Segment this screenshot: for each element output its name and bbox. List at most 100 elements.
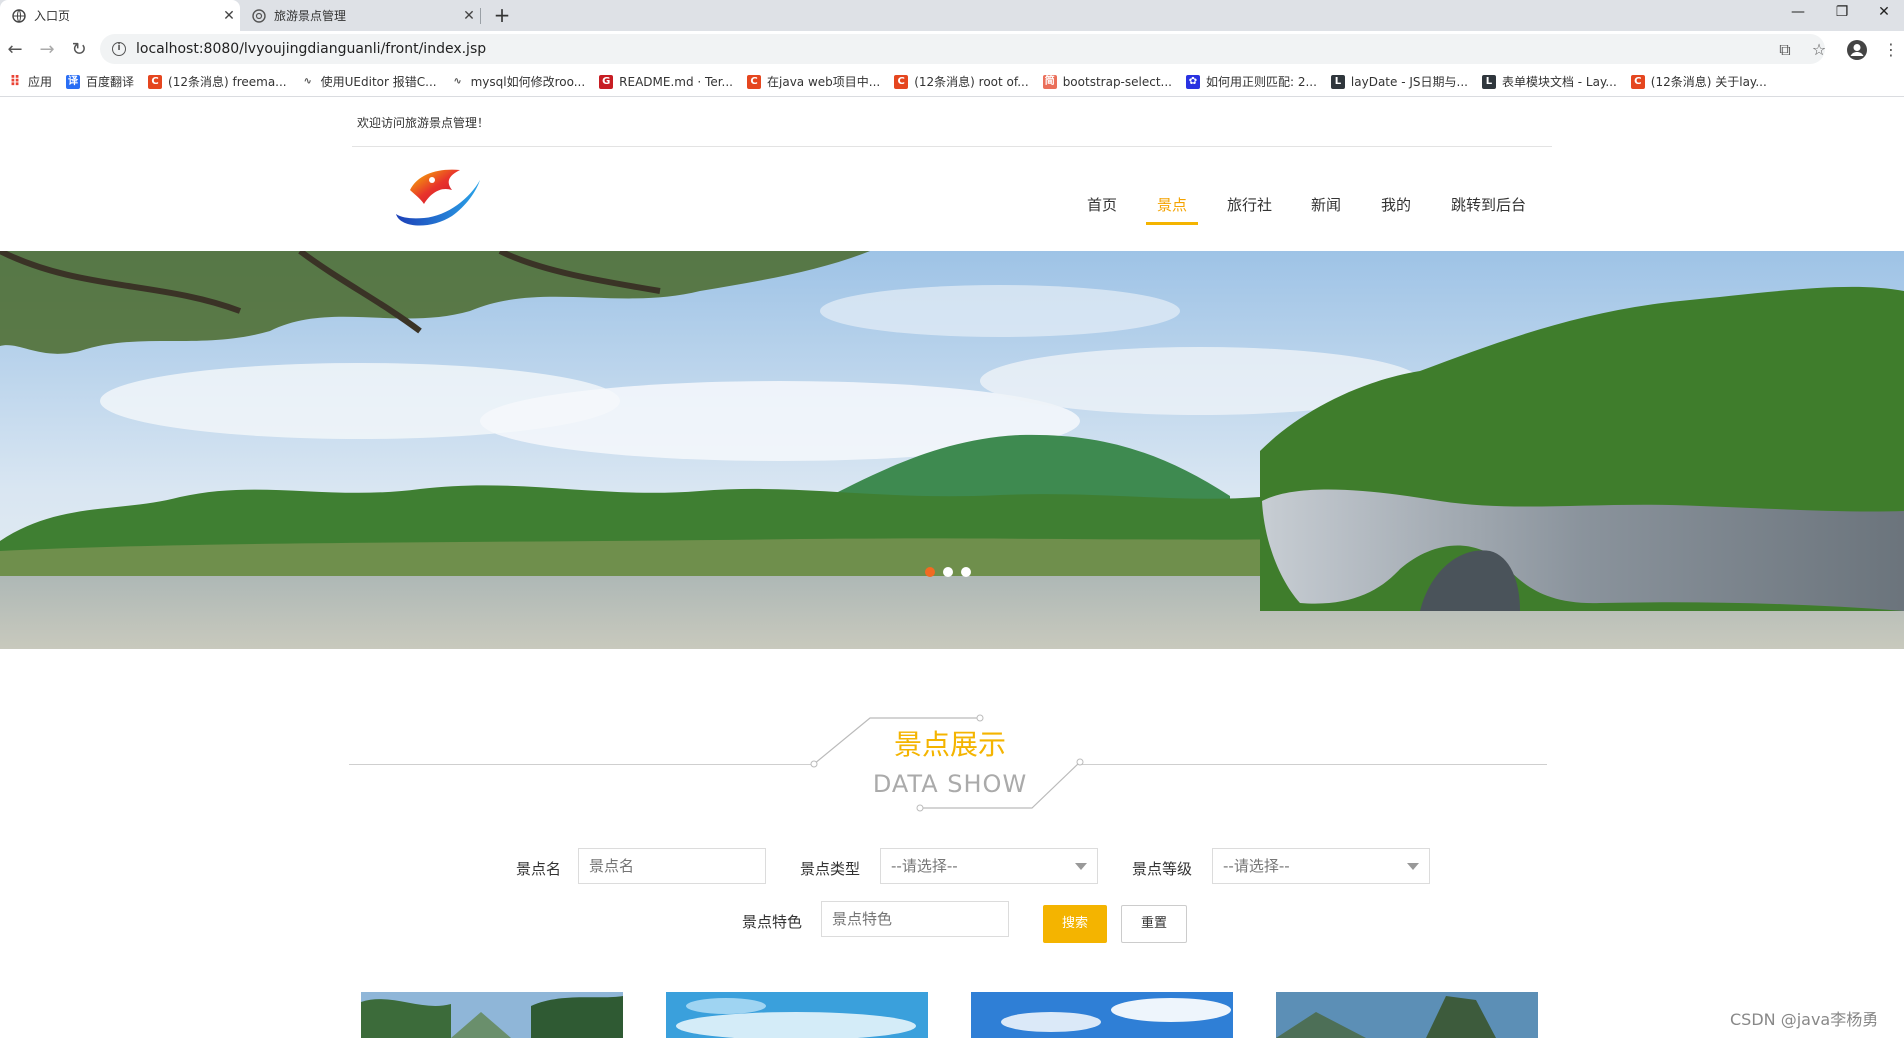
bookmark-label: (12条消息) root of... (914, 75, 1029, 89)
carousel-dot-2[interactable] (943, 567, 953, 577)
filter-feature-label: 景点特色 (742, 913, 803, 931)
globe-icon (12, 8, 26, 23)
scenic-name-input[interactable] (578, 848, 766, 884)
tab-title: 旅游景点管理 (274, 9, 347, 23)
bookmark-item[interactable]: C 在java web项目中... (747, 73, 880, 90)
section-subtitle: DATA SHOW (872, 770, 1028, 798)
close-icon[interactable]: ✕ (218, 8, 240, 24)
scenic-card-image[interactable] (1276, 992, 1538, 1038)
gitee-icon: G (599, 74, 614, 89)
bookmark-item[interactable]: ∿ 使用UEditor 报错C... (301, 73, 437, 90)
bookmark-item[interactable]: LlayDate - JS日期与... (1330, 73, 1468, 90)
bookmark-label: 如何用正则匹配: 2... (1205, 75, 1317, 89)
nav-admin-link[interactable]: 跳转到后台 (1451, 194, 1526, 215)
tab-separator (480, 8, 481, 24)
site-logo[interactable] (390, 160, 490, 234)
scenic-card-image[interactable] (971, 992, 1233, 1038)
link-icon: ∿ (453, 75, 462, 87)
tab-scenic-management[interactable]: 旅游景点管理 ✕ (240, 0, 480, 31)
welcome-text: 欢迎访问旅游景点管理！ (357, 116, 490, 130)
translate-icon[interactable]: ⧉ (1774, 39, 1796, 61)
carousel-banner-image[interactable] (0, 251, 1904, 649)
close-icon[interactable]: ✕ (458, 8, 480, 24)
jianshu-icon: 简 (1042, 74, 1057, 89)
bookmark-label: README.md · Ter... (619, 74, 733, 89)
filter-name-label: 景点名 (516, 860, 562, 878)
new-tab-button[interactable]: + (490, 3, 514, 27)
bookmark-item[interactable]: C (12条消息) root of... (894, 73, 1029, 90)
bookmark-item[interactable]: L 表单模块文档 - Lay... (1481, 73, 1617, 90)
csdn-icon: C (148, 74, 163, 89)
carousel-dot-1[interactable] (925, 567, 935, 577)
chevron-down-icon (1075, 863, 1087, 870)
restore-button[interactable]: ❐ (1822, 0, 1862, 28)
bookmark-item[interactable]: ✿ 如何用正则匹配: 2... (1185, 73, 1317, 90)
scenic-card-image[interactable] (666, 992, 928, 1038)
menu-dots-icon[interactable]: ⋮ (1880, 39, 1902, 61)
section-divider-left (349, 764, 814, 765)
header-divider (352, 146, 1552, 147)
forward-arrow-icon[interactable]: → (34, 37, 60, 63)
bookmark-item[interactable]: ⠿ 应用 (8, 73, 52, 90)
bookmark-label: 使用UEditor 报错C... (320, 75, 437, 89)
baidu-paw-icon: ✿ (1185, 74, 1200, 89)
bookmark-label: 应用 (28, 75, 53, 89)
window-close-button[interactable]: ✕ (1864, 0, 1904, 28)
tab-title: 入口页 (34, 9, 71, 23)
bookmark-label: 表单模块文档 - Lay... (1501, 75, 1617, 89)
bookmark-label: mysql如何修改roo... (470, 75, 586, 89)
address-bar[interactable]: i localhost:8080/lvyoujingdianguanli/fro… (100, 34, 1825, 64)
site-icon (252, 8, 266, 23)
csdn-icon: C (1630, 74, 1645, 89)
apps-grid-icon: ⠿ (9, 73, 21, 90)
nav-home[interactable]: 首页 (1087, 194, 1117, 215)
nav-agency[interactable]: 旅行社 (1227, 194, 1272, 215)
bookmark-item[interactable]: G README.md · Ter... (599, 74, 733, 89)
scenic-type-select[interactable]: --请选择-- (880, 848, 1098, 884)
chevron-down-icon (1407, 863, 1419, 870)
minimize-button[interactable]: — (1778, 0, 1818, 28)
select-value: --请选择-- (1223, 857, 1290, 875)
profile-icon[interactable] (1846, 39, 1868, 61)
nav-news[interactable]: 新闻 (1311, 194, 1341, 215)
bookmark-label: 在java web项目中... (767, 75, 881, 89)
bookmark-label: (12条消息) 关于lay... (1650, 75, 1767, 89)
csdn-icon: C (747, 74, 761, 89)
bookmark-label: (12条消息) freema... (168, 75, 287, 89)
bookmark-item[interactable]: C (12条消息) freema... (148, 73, 287, 90)
url-text: localhost:8080/lvyoujingdianguanli/front… (136, 41, 487, 57)
bookmark-item[interactable]: C (12条消息) 关于lay... (1630, 73, 1767, 90)
csdn-icon: C (894, 74, 909, 89)
nav-mine[interactable]: 我的 (1381, 194, 1411, 215)
section-title: 景点展示 (893, 728, 1006, 761)
carousel-dot-3[interactable] (961, 567, 971, 577)
scenic-level-select[interactable]: --请选择-- (1212, 848, 1430, 884)
web-page: 欢迎访问旅游景点管理！ 首页 景点 旅行社 新闻 我的 跳转到后台 景点展示 D… (0, 98, 1904, 1038)
reset-button[interactable]: 重置 (1121, 905, 1187, 943)
scenic-feature-input[interactable] (821, 901, 1009, 937)
select-value: --请选择-- (891, 857, 958, 875)
tab-entry-page[interactable]: 入口页 ✕ (0, 0, 240, 31)
star-icon[interactable]: ☆ (1808, 39, 1830, 61)
scenic-card-image[interactable] (361, 992, 623, 1038)
layui-icon: L (1330, 74, 1345, 89)
reload-icon[interactable]: ↻ (66, 37, 92, 63)
bookmark-label: bootstrap-select... (1062, 74, 1172, 89)
nav-scenic[interactable]: 景点 (1157, 194, 1187, 215)
back-arrow-icon[interactable]: ← (2, 37, 28, 63)
filter-type-label: 景点类型 (800, 860, 861, 878)
bookmark-item[interactable]: 简 bootstrap-select... (1042, 74, 1172, 89)
watermark-text: CSDN @java李杨勇 (1730, 1010, 1879, 1029)
layui-icon: L (1481, 74, 1496, 89)
bookmarks-bar: ⠿ 应用译百度翻译 C (12条消息) freema... ∿ 使用UEditor 报错C… (0, 67, 1904, 97)
section-divider-right (1082, 764, 1547, 765)
bookmark-label: layDate - JS日期与... (1350, 75, 1468, 89)
nav-active-indicator (1146, 222, 1198, 225)
bookmark-label: 百度翻译 (86, 75, 135, 89)
search-button[interactable]: 搜索 (1043, 905, 1107, 943)
bookmark-item[interactable]: ∿ mysql如何修改roo... (451, 73, 586, 90)
link-icon: ∿ (303, 75, 312, 87)
browser-tab-bar: 入口页 ✕ 旅游景点管理 ✕ + — ❐ ✕ (0, 0, 1904, 31)
info-icon[interactable]: i (112, 42, 126, 56)
bookmark-item[interactable]: 译百度翻译 (66, 73, 134, 90)
